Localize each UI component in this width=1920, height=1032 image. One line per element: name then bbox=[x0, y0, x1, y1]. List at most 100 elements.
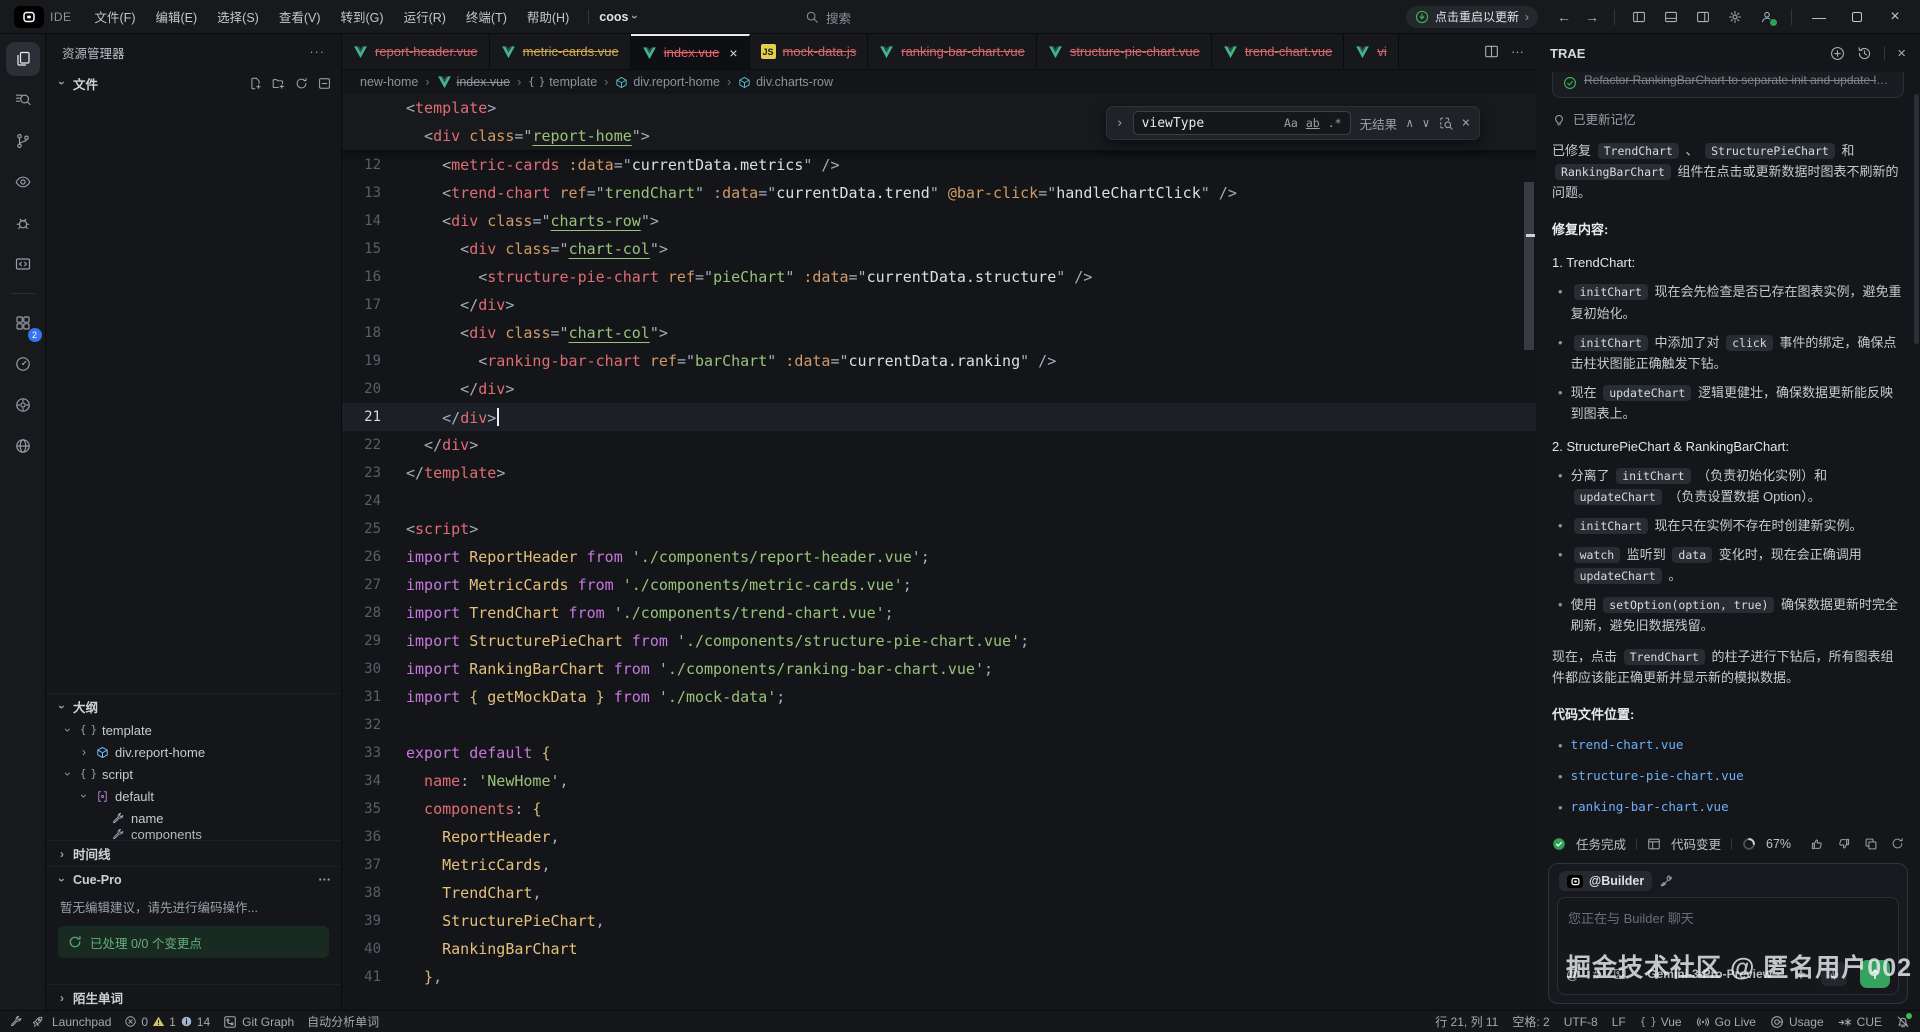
previous-match-icon[interactable]: ∧ bbox=[1406, 116, 1413, 130]
global-search[interactable]: 搜索 bbox=[795, 6, 861, 28]
activity-remote-window[interactable] bbox=[6, 247, 40, 281]
go-live-button[interactable]: Go Live bbox=[1696, 1015, 1756, 1029]
image-icon[interactable] bbox=[1613, 967, 1627, 981]
model-selector[interactable]: Gemini-3-Pro-Preview › bbox=[1647, 967, 1781, 981]
code-line[interactable]: 12 <metric-cards :data="currentData.metr… bbox=[342, 151, 1536, 179]
code-line[interactable]: 22 </div> bbox=[342, 431, 1536, 459]
gear-icon[interactable] bbox=[1721, 5, 1749, 29]
activity-search[interactable] bbox=[6, 83, 40, 117]
code-change-icon[interactable] bbox=[1647, 837, 1661, 851]
encoding[interactable]: UTF-8 bbox=[1564, 1015, 1598, 1029]
code-line[interactable]: 34 name: 'NewHome', bbox=[342, 767, 1536, 795]
outline-item-div.report-home[interactable]: ›div.report-home bbox=[46, 741, 341, 763]
menu-item[interactable]: 选择(S) bbox=[208, 3, 268, 30]
problems-button[interactable]: 0 1 14 bbox=[124, 1015, 210, 1029]
section-timeline[interactable]: › 时间线 bbox=[46, 840, 341, 866]
section-words[interactable]: › 陌生单词 bbox=[46, 984, 341, 1010]
forward-button[interactable]: → bbox=[1580, 9, 1604, 25]
restart-update-button[interactable]: 点击重启以更新 › bbox=[1406, 6, 1538, 28]
toggle-sidebar-left-icon[interactable] bbox=[1625, 5, 1653, 29]
menu-item[interactable]: 终端(T) bbox=[457, 3, 516, 30]
menu-item[interactable]: 转到(G) bbox=[332, 3, 393, 30]
menu-item[interactable]: 帮助(H) bbox=[518, 3, 578, 30]
code-line[interactable]: 36 ReportHeader, bbox=[342, 823, 1536, 851]
split-editor-icon[interactable] bbox=[1484, 44, 1499, 59]
close-window-button[interactable]: × bbox=[1878, 4, 1912, 30]
activity-extensions[interactable]: 2 bbox=[6, 306, 40, 340]
code-line[interactable]: 18 <div class="chart-col"> bbox=[342, 319, 1536, 347]
code-line[interactable]: 32 bbox=[342, 711, 1536, 739]
thumbs-up-icon[interactable] bbox=[1810, 837, 1824, 851]
code-line[interactable]: 41 }, bbox=[342, 963, 1536, 991]
history-icon[interactable] bbox=[1857, 46, 1872, 61]
activity-preview[interactable] bbox=[6, 165, 40, 199]
close-tab-icon[interactable]: × bbox=[729, 45, 737, 61]
code-line[interactable]: 33export default { bbox=[342, 739, 1536, 767]
eol[interactable]: LF bbox=[1612, 1015, 1626, 1029]
breadcrumb-item[interactable]: { }template bbox=[528, 75, 597, 89]
new-file-icon[interactable] bbox=[249, 77, 262, 90]
code-line[interactable]: 25<script> bbox=[342, 515, 1536, 543]
code-line[interactable]: 31import { getMockData } from './mock-da… bbox=[342, 683, 1536, 711]
file-link[interactable]: structure-pie-chart.vue bbox=[1571, 766, 1744, 787]
code-line[interactable]: 26import ReportHeader from './components… bbox=[342, 543, 1536, 571]
code-line[interactable]: 19 <ranking-bar-chart ref="barChart" :da… bbox=[342, 347, 1536, 375]
account-icon[interactable] bbox=[1753, 5, 1781, 29]
more-actions-icon[interactable]: ··· bbox=[319, 873, 332, 887]
tab-ranking-bar-chart.vue[interactable]: ranking-bar-chart.vue bbox=[868, 34, 1037, 69]
breadcrumb-item[interactable]: div.report-home bbox=[615, 75, 720, 89]
section-files[interactable]: › 文件 bbox=[46, 70, 341, 96]
code-line[interactable]: 35 components: { bbox=[342, 795, 1536, 823]
file-tree-empty[interactable] bbox=[46, 96, 341, 693]
maximize-button[interactable] bbox=[1840, 4, 1874, 30]
tab-report-header.vue[interactable]: report-header.vue bbox=[342, 34, 490, 69]
git-graph-button[interactable]: Git Graph bbox=[223, 1015, 294, 1029]
cursor-position[interactable]: 行 21, 列 11 bbox=[1435, 1013, 1498, 1030]
usage-button[interactable]: Usage bbox=[1770, 1015, 1824, 1029]
collapse-all-icon[interactable] bbox=[318, 77, 331, 90]
activity-timeline[interactable] bbox=[6, 347, 40, 381]
outline-item-template[interactable]: ›{ }template bbox=[46, 719, 341, 741]
code-line[interactable]: 16 <structure-pie-chart ref="pieChart" :… bbox=[342, 263, 1536, 291]
code-line[interactable]: 39 StructurePieChart, bbox=[342, 907, 1536, 935]
code-line[interactable]: 24 bbox=[342, 487, 1536, 515]
outline-item-components[interactable]: components bbox=[46, 829, 341, 840]
close-panel-icon[interactable]: × bbox=[1897, 45, 1906, 62]
activity-settings-sync[interactable] bbox=[6, 388, 40, 422]
code-line[interactable]: 13 <trend-chart ref="trendChart" :data="… bbox=[342, 179, 1536, 207]
code-line[interactable]: 37 MetricCards, bbox=[342, 851, 1536, 879]
chevron-down-icon[interactable]: › bbox=[62, 767, 74, 781]
mention-icon[interactable]: @ bbox=[1566, 967, 1580, 982]
find-input[interactable]: viewType Aa ab .* bbox=[1133, 111, 1351, 135]
code-line[interactable]: 40 RankingBarChart bbox=[342, 935, 1536, 963]
refresh-icon[interactable] bbox=[295, 77, 308, 90]
code-line[interactable]: 27import MetricCards from './components/… bbox=[342, 571, 1536, 599]
chevron-down-icon[interactable]: › bbox=[78, 789, 90, 803]
menu-item[interactable]: 编辑(E) bbox=[146, 3, 206, 30]
activity-debug[interactable] bbox=[6, 206, 40, 240]
next-match-icon[interactable]: ∨ bbox=[1422, 116, 1429, 130]
minimize-button[interactable]: — bbox=[1802, 4, 1836, 30]
copy-icon[interactable] bbox=[1864, 837, 1878, 851]
workspace-switcher[interactable]: coos › bbox=[599, 10, 637, 24]
activity-explorer[interactable] bbox=[6, 42, 40, 76]
more-actions-icon[interactable]: ··· bbox=[310, 45, 326, 59]
tools-status-icon[interactable] bbox=[10, 1015, 23, 1028]
file-link[interactable]: trend-chart.vue bbox=[1571, 735, 1684, 756]
code-line[interactable]: 30import RankingBarChart from './compone… bbox=[342, 655, 1536, 683]
rocket-icon[interactable] bbox=[31, 1015, 44, 1028]
breadcrumb-item[interactable]: index.vue bbox=[437, 75, 511, 89]
context-hash-icon[interactable]: # bbox=[1593, 967, 1601, 982]
panel-scrollbar[interactable] bbox=[1914, 94, 1919, 344]
menu-item[interactable]: 查看(V) bbox=[270, 3, 330, 30]
new-folder-icon[interactable] bbox=[272, 77, 285, 90]
regex-icon[interactable]: .* bbox=[1328, 116, 1342, 130]
thumbs-down-icon[interactable] bbox=[1837, 837, 1851, 851]
chat-textarea[interactable]: 您正在与 Builder 聊天 @ # Gemini-3-Pro-Preview… bbox=[1557, 897, 1899, 995]
editor-scrollbar[interactable] bbox=[1524, 182, 1534, 350]
find-in-selection-icon[interactable] bbox=[1439, 116, 1453, 130]
activity-source-control[interactable] bbox=[6, 124, 40, 158]
menu-item[interactable]: 运行(R) bbox=[395, 3, 455, 30]
outline-item-script[interactable]: ›{ }script bbox=[46, 763, 341, 785]
back-button[interactable]: ← bbox=[1552, 9, 1576, 25]
